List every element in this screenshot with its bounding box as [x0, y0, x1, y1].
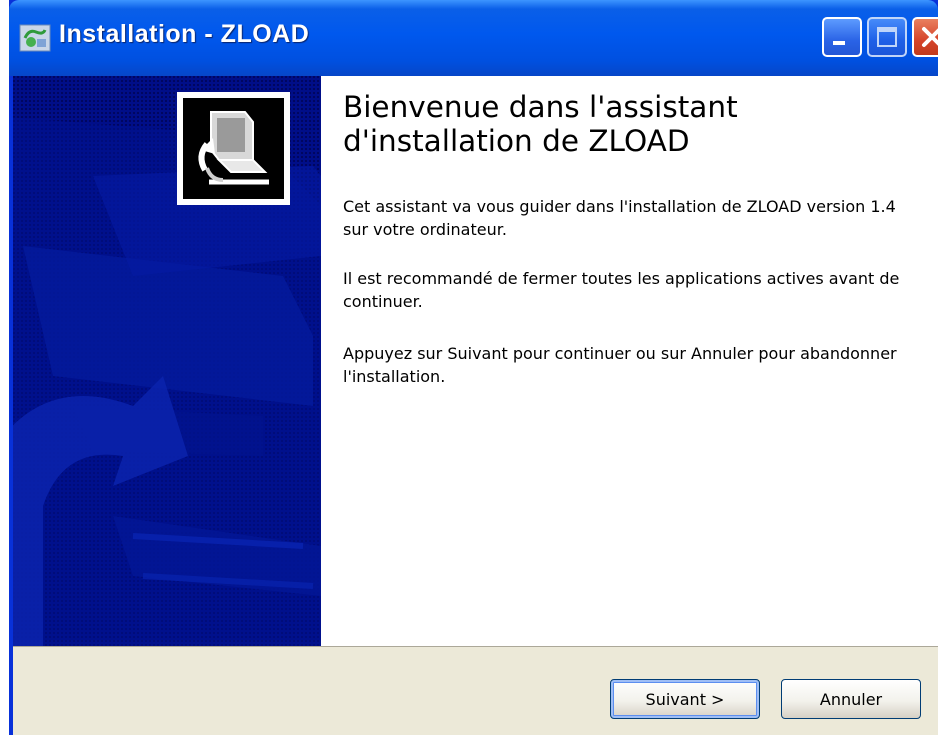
wizard-content: Bienvenue dans l'assistant d'installatio…	[321, 76, 938, 646]
instructions-text: Appuyez sur Suivant pour continuer ou su…	[343, 344, 897, 386]
setup-logo	[177, 92, 290, 205]
close-apps-text: Il est recommandé de fermer toutes les a…	[343, 269, 900, 311]
installer-app-icon	[19, 24, 51, 52]
intro-text: Cet assistant va vous guider dans l'inst…	[343, 197, 896, 239]
maximize-button[interactable]	[867, 17, 907, 57]
welcome-heading-line2: d'installation de ZLOAD	[343, 124, 690, 158]
next-button[interactable]: Suivant >	[610, 679, 760, 719]
window-title: Installation - ZLOAD	[59, 20, 310, 48]
minimize-icon	[833, 41, 845, 45]
wizard-side-image	[13, 76, 321, 646]
maximize-icon	[877, 27, 897, 47]
minimize-button[interactable]	[822, 17, 862, 57]
title-bar[interactable]: Installation - ZLOAD	[9, 0, 938, 76]
welcome-heading-line1: Bienvenue dans l'assistant	[343, 90, 738, 124]
computer-install-icon	[198, 111, 269, 185]
installer-window: Installation - ZLOAD Bienvenue dans l'as…	[9, 0, 938, 735]
wizard-body: Bienvenue dans l'assistant d'installatio…	[13, 76, 938, 735]
close-button[interactable]	[912, 17, 938, 57]
cancel-button[interactable]: Annuler	[781, 679, 921, 719]
welcome-heading: Bienvenue dans l'assistant d'installatio…	[343, 90, 903, 158]
button-bar: Suivant > Annuler	[13, 646, 938, 735]
close-icon	[922, 27, 938, 47]
